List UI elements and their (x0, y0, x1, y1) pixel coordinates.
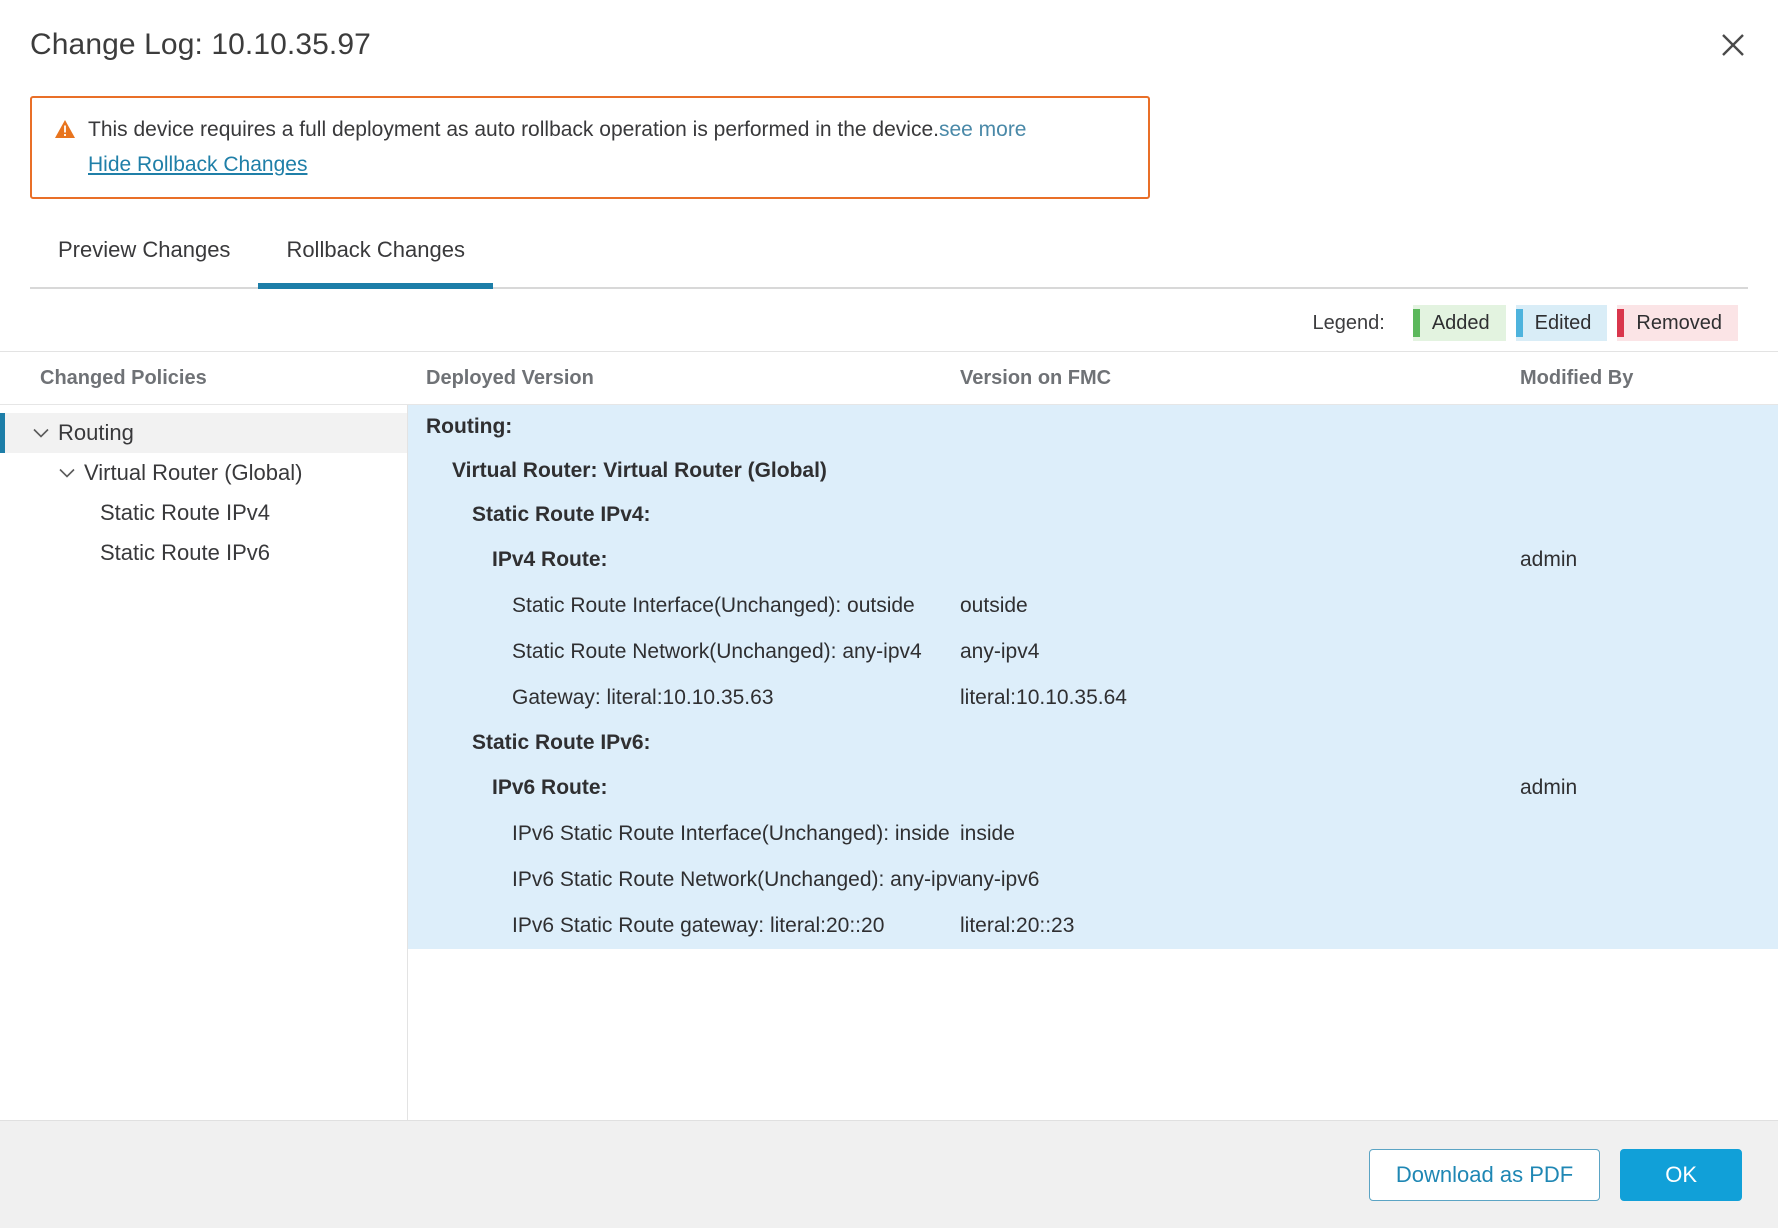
tree-item-static-route-ipv6[interactable]: Static Route IPv6 (0, 533, 407, 573)
cell-deployed-version: IPv6 Static Route gateway: literal:20::2… (512, 914, 885, 937)
table-row: Static Route Network(Unchanged): any-ipv… (408, 629, 1778, 675)
cell-version-on-fmc: inside (960, 822, 1015, 845)
close-icon[interactable] (1710, 22, 1756, 68)
cell-deployed-version: Static Route Network(Unchanged): any-ipv… (512, 640, 922, 663)
tree-item-static-route-ipv4[interactable]: Static Route IPv4 (0, 493, 407, 533)
table-row: Static Route Interface(Unchanged): outsi… (408, 583, 1778, 629)
legend-chip-added-label: Added (1431, 311, 1490, 334)
legend-bar-added (1412, 309, 1420, 337)
tree-item-virtual-router-global[interactable]: Virtual Router (Global) (0, 453, 407, 493)
cell-deployed-version: Static Route Interface(Unchanged): outsi… (512, 594, 915, 617)
legend-bar-removed (1617, 309, 1625, 337)
dialog-header: Change Log: 10.10.35.97 (0, 0, 1778, 96)
cell-deployed-version: Virtual Router: Virtual Router (Global) (452, 459, 827, 482)
changed-policies-tree: Routing Virtual Router (Global) Static R… (0, 405, 408, 1120)
cell-deployed-version: Static Route IPv6: (472, 731, 651, 754)
legend-chip-added: Added (1412, 305, 1506, 341)
cell-deployed-version: IPv4 Route: (492, 548, 608, 571)
table-row: Gateway: literal:10.10.35.63 literal:10.… (408, 675, 1778, 721)
chevron-down-icon[interactable] (56, 468, 78, 478)
cell-deployed-version: Gateway: literal:10.10.35.63 (512, 686, 774, 709)
download-as-pdf-button[interactable]: Download as PDF (1368, 1148, 1601, 1201)
cell-version-on-fmc: any-ipv6 (960, 868, 1040, 891)
legend-chip-removed: Removed (1617, 305, 1738, 341)
tree-item-routing-label: Routing (58, 420, 134, 445)
warning-triangle-icon (54, 119, 76, 139)
banner-message-text: This device requires a full deployment a… (88, 118, 939, 141)
chevron-down-icon[interactable] (30, 428, 52, 438)
table-column-headers: Changed Policies Deployed Version Versio… (0, 352, 1778, 405)
column-header-changed-policies: Changed Policies (40, 366, 207, 389)
tab-bar: Preview Changes Rollback Changes (30, 229, 1748, 289)
cell-modified-by: admin (1520, 548, 1578, 571)
table-row: IPv4 Route: admin (408, 537, 1778, 583)
legend: Legend: Added Edited Removed (0, 289, 1778, 351)
table-row: Virtual Router: Virtual Router (Global) (408, 449, 1778, 493)
legend-bar-edited (1515, 309, 1523, 337)
table-row: IPv6 Static Route Interface(Unchanged): … (408, 811, 1778, 857)
cell-version-on-fmc: literal:20::23 (960, 914, 1075, 937)
changes-detail-pane: Routing: Virtual Router: Virtual Router … (408, 405, 1778, 1120)
cell-modified-by: admin (1520, 776, 1578, 799)
rollback-changes-block: Routing: Virtual Router: Virtual Router … (408, 405, 1778, 949)
changes-table: Changed Policies Deployed Version Versio… (0, 351, 1778, 1120)
cell-version-on-fmc: any-ipv4 (960, 640, 1040, 663)
banner-message-row: This device requires a full deployment a… (54, 116, 1126, 144)
legend-chip-edited: Edited (1515, 305, 1608, 341)
cell-version-on-fmc: outside (960, 594, 1028, 617)
legend-chip-edited-label: Edited (1534, 311, 1592, 334)
see-more-link[interactable]: see more (939, 118, 1027, 141)
table-row: Routing: (408, 405, 1778, 449)
tree-item-static-route-ipv4-label: Static Route IPv4 (100, 500, 270, 525)
cell-version-on-fmc: literal:10.10.35.64 (960, 686, 1127, 709)
table-row: Static Route IPv4: (408, 493, 1778, 537)
tree-item-virtual-router-global-label: Virtual Router (Global) (84, 460, 303, 485)
cell-deployed-version: IPv6 Static Route Network(Unchanged): an… (512, 868, 960, 891)
hide-rollback-changes-link[interactable]: Hide Rollback Changes (88, 153, 307, 177)
legend-label: Legend: (1312, 311, 1385, 334)
banner-message: This device requires a full deployment a… (88, 116, 1027, 144)
column-header-version-on-fmc: Version on FMC (960, 366, 1112, 389)
change-log-dialog: Change Log: 10.10.35.97 This device requ… (0, 0, 1778, 1228)
cell-deployed-version: Routing: (426, 415, 513, 438)
banner-wrapper: This device requires a full deployment a… (0, 96, 1778, 199)
table-body: Routing Virtual Router (Global) Static R… (0, 405, 1778, 1120)
cell-deployed-version: IPv6 Static Route Interface(Unchanged): … (512, 822, 950, 845)
cell-deployed-version: IPv6 Route: (492, 776, 608, 799)
table-row: IPv6 Static Route gateway: literal:20::2… (408, 903, 1778, 949)
table-row: Static Route IPv6: (408, 721, 1778, 765)
table-row: IPv6 Static Route Network(Unchanged): an… (408, 857, 1778, 903)
tab-rollback-changes[interactable]: Rollback Changes (258, 229, 493, 289)
tab-preview-changes[interactable]: Preview Changes (30, 229, 258, 287)
column-header-modified-by: Modified By (1520, 366, 1634, 389)
cell-deployed-version: Static Route IPv4: (472, 503, 651, 526)
rollback-warning-banner: This device requires a full deployment a… (30, 96, 1150, 199)
column-header-deployed-version: Deployed Version (426, 366, 594, 389)
table-row: IPv6 Route: admin (408, 765, 1778, 811)
tree-item-routing[interactable]: Routing (0, 413, 407, 453)
legend-chip-removed-label: Removed (1636, 311, 1722, 334)
ok-button[interactable]: OK (1620, 1148, 1742, 1201)
page-title: Change Log: 10.10.35.97 (30, 28, 371, 61)
tree-item-static-route-ipv6-label: Static Route IPv6 (100, 540, 270, 565)
dialog-footer: Download as PDF OK (0, 1120, 1778, 1228)
